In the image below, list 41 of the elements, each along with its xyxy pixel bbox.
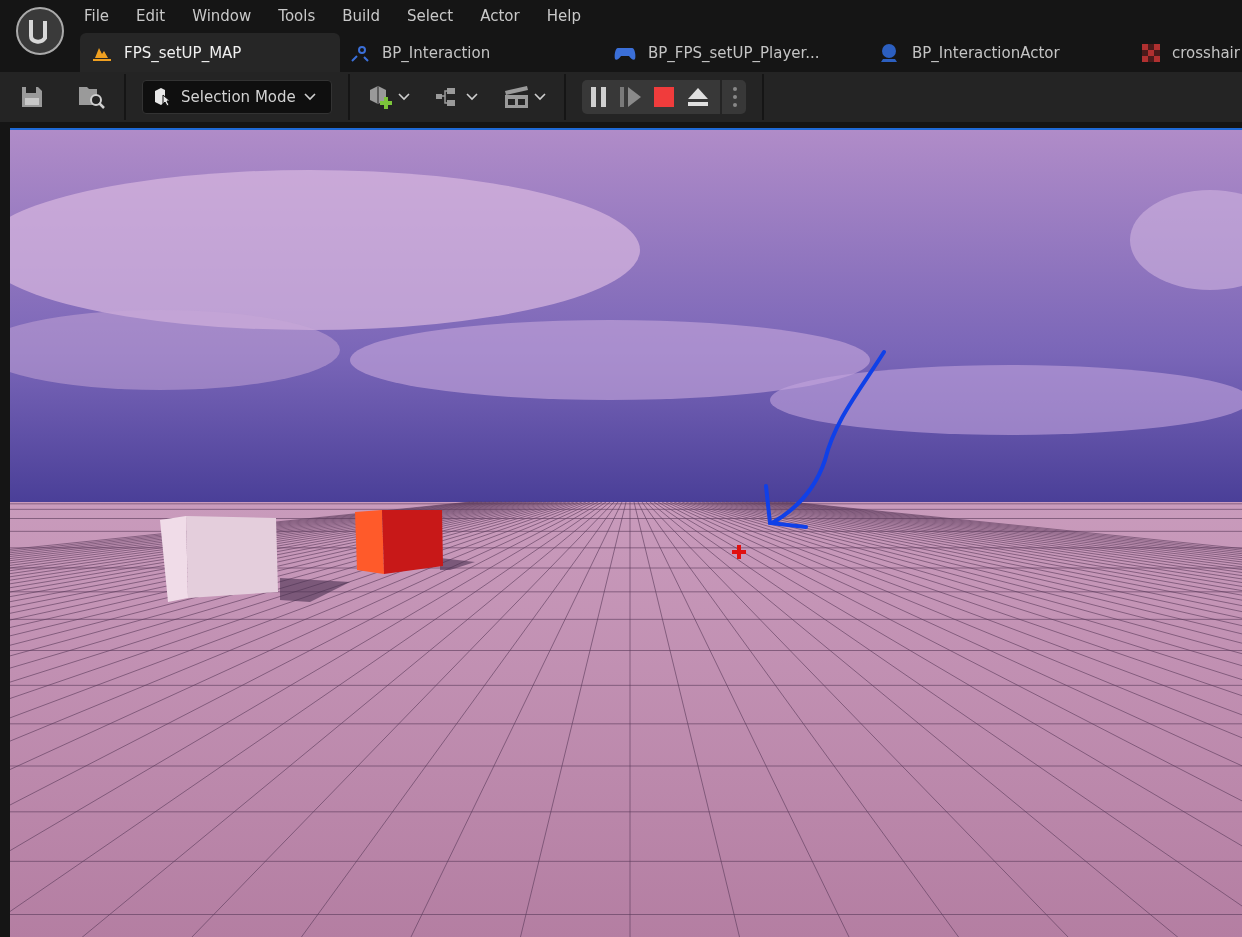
more-options-button[interactable]	[730, 84, 740, 110]
chevron-icon	[466, 93, 478, 101]
chevron-icon	[534, 93, 546, 101]
selection-mode-dropdown[interactable]: Selection Mode	[142, 80, 332, 114]
document-tab[interactable]: crosshair	[1132, 33, 1242, 72]
document-tab[interactable]: BP_Interaction	[340, 33, 604, 72]
document-tab[interactable]: BP_FPS_setUP_Player...	[604, 33, 868, 72]
tab-label: FPS_setUP_MAP	[124, 43, 242, 62]
stop-icon	[654, 87, 674, 107]
menu-item[interactable]: Help	[542, 6, 592, 25]
stop-button[interactable]	[652, 85, 676, 109]
tab-label: BP_FPS_setUP_Player...	[648, 43, 820, 62]
cinematics-button[interactable]	[502, 83, 548, 111]
tab-label: BP_Interaction	[382, 43, 491, 62]
folder-search-icon	[78, 84, 106, 110]
menu-item[interactable]: Tools	[274, 6, 327, 25]
document-tab[interactable]: BP_InteractionActor	[868, 33, 1132, 72]
level-viewport[interactable]	[10, 128, 1242, 937]
menu-item[interactable]: Build	[338, 6, 391, 25]
menu-item[interactable]: Window	[188, 6, 263, 25]
menu-item[interactable]: Select	[402, 6, 465, 25]
actor-icon	[878, 41, 900, 64]
chevron-icon	[398, 93, 410, 101]
crosshair-icon	[732, 545, 746, 559]
more-vertical-icon	[732, 86, 738, 108]
engine-logo[interactable]	[15, 6, 65, 56]
clapperboard-icon	[504, 85, 530, 109]
tab-label: crosshair	[1172, 43, 1240, 62]
eject-icon	[686, 87, 710, 107]
menu-item[interactable]: Edit	[132, 6, 177, 25]
tab-label: BP_InteractionActor	[912, 43, 1060, 62]
texture-icon	[1142, 43, 1160, 62]
menu-item[interactable]: File	[80, 6, 121, 25]
step-forward-icon	[620, 86, 642, 108]
selection-mode-label: Selection Mode	[181, 88, 296, 106]
menu-item[interactable]: Actor	[476, 6, 531, 25]
document-tab[interactable]: FPS_setUP_MAP	[80, 33, 340, 72]
chevron-icon	[303, 93, 316, 101]
cube-plus-icon	[368, 84, 394, 110]
save-icon	[20, 85, 44, 109]
pause-icon	[590, 86, 608, 108]
